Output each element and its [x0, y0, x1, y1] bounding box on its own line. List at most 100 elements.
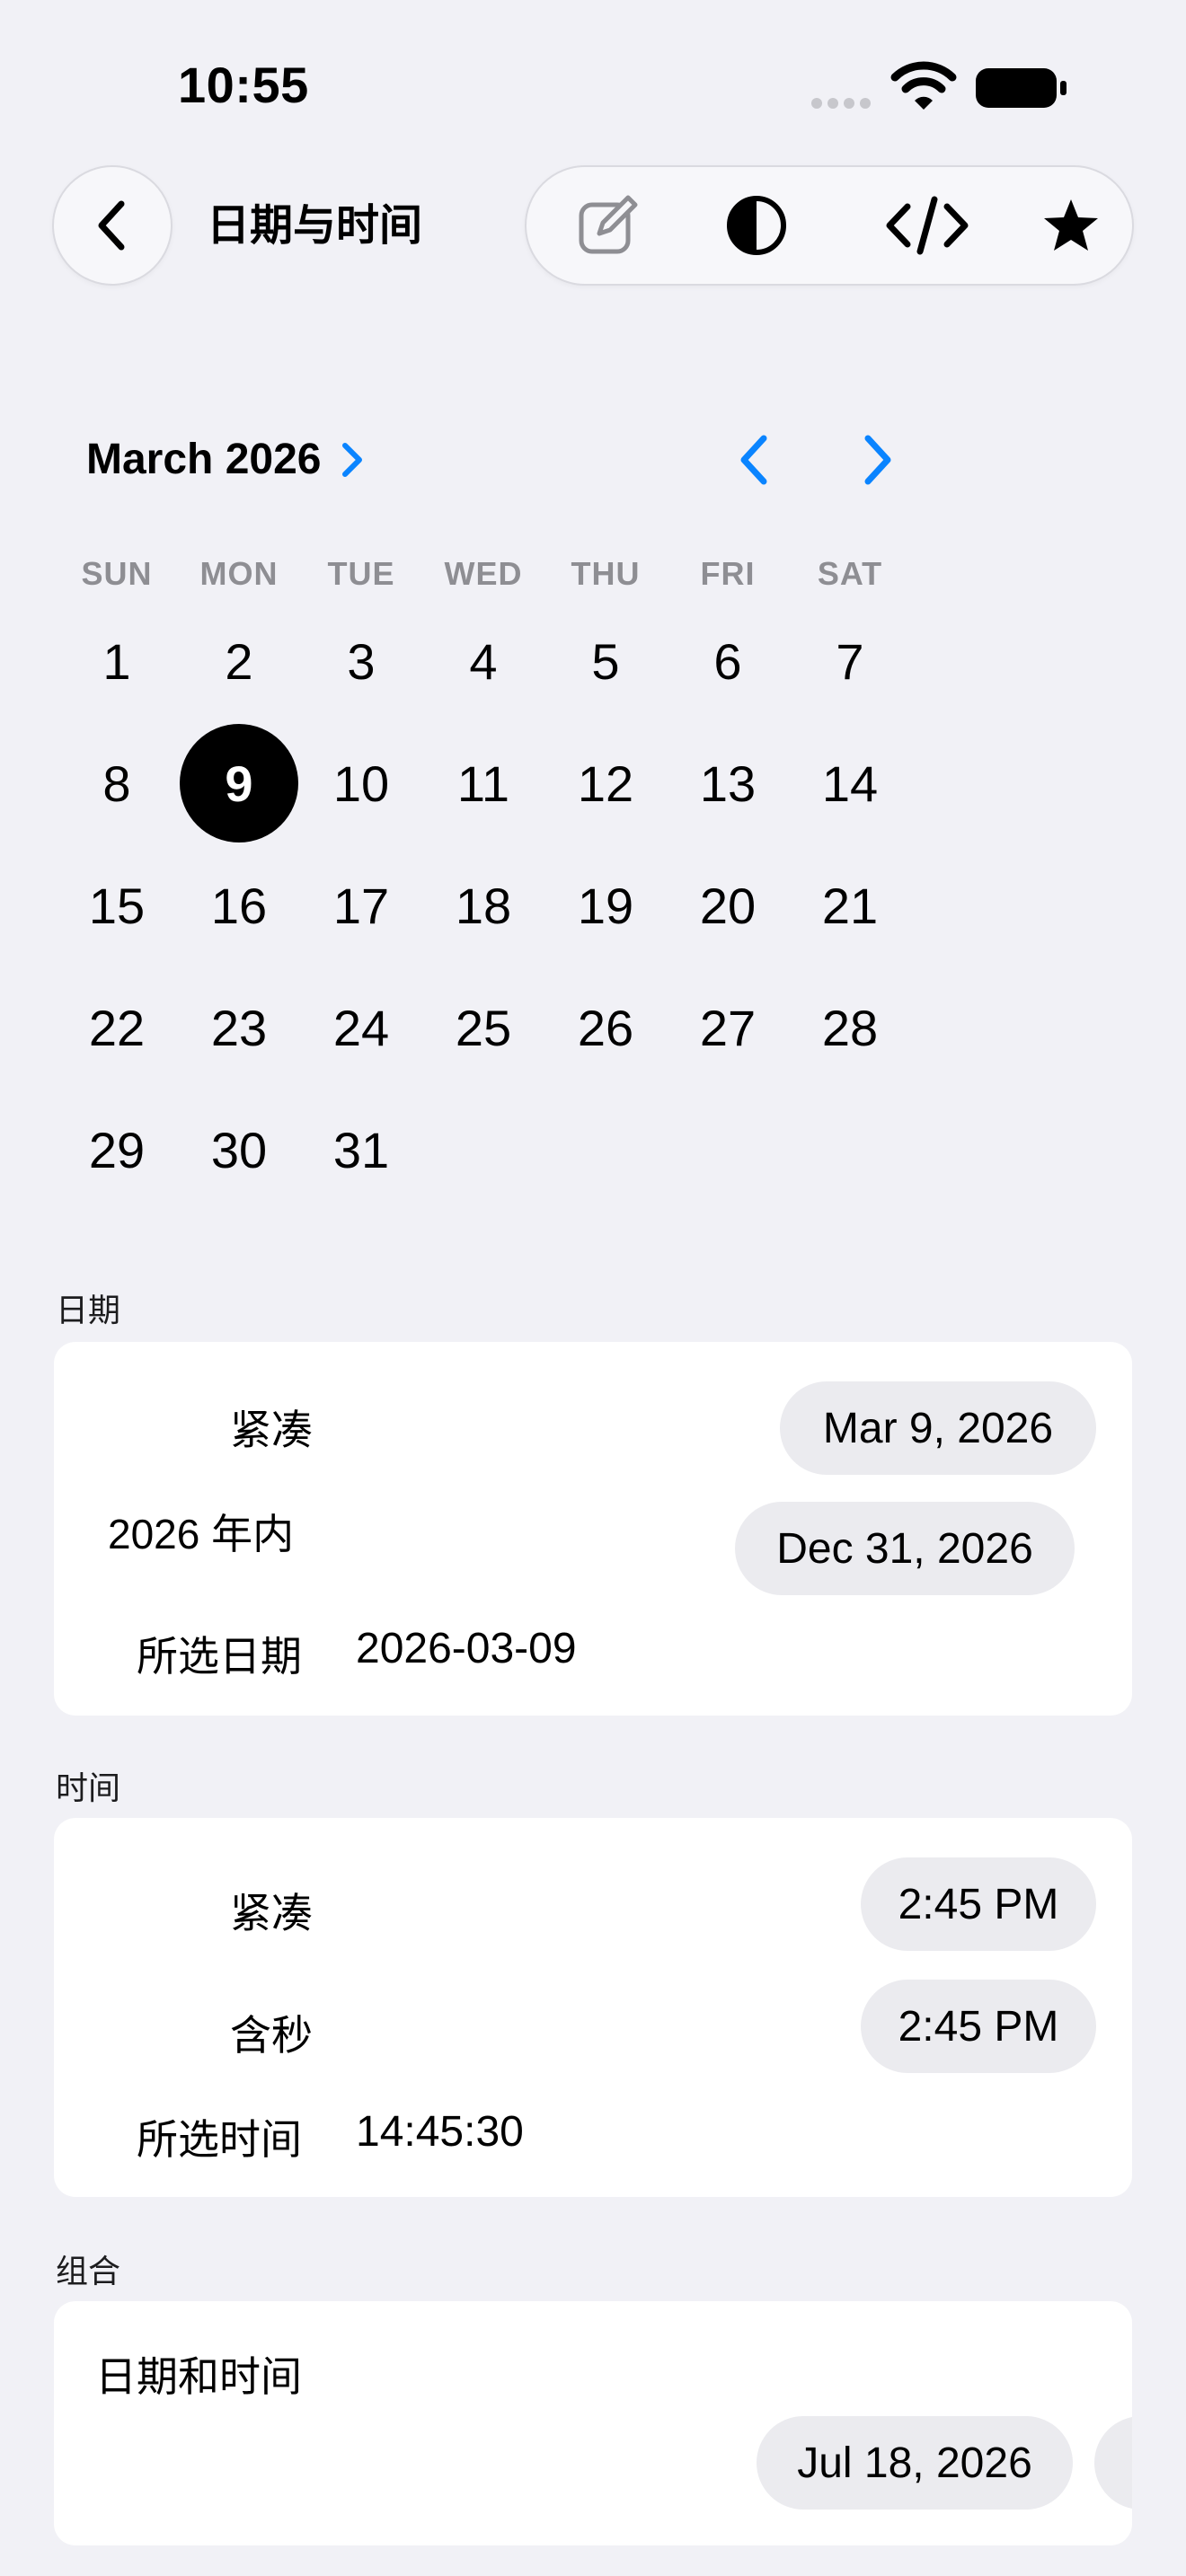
- chevron-right-icon: [864, 435, 891, 485]
- calendar-day-number: 23: [210, 999, 268, 1056]
- weekday-label: SUN: [81, 555, 153, 592]
- calendar-day[interactable]: 26: [544, 966, 667, 1089]
- calendar-day-number: 15: [88, 877, 146, 934]
- toolbar: [525, 165, 1134, 286]
- next-month-button[interactable]: [850, 431, 904, 489]
- favorite-button[interactable]: [1017, 167, 1125, 284]
- seconds-time-picker[interactable]: 2:45 PM: [861, 1980, 1096, 2073]
- calendar-day[interactable]: 8: [56, 722, 178, 844]
- calendar-day-number: 6: [713, 632, 742, 690]
- code-button[interactable]: [864, 167, 990, 284]
- combo-date-picker[interactable]: Jul 18, 2026: [757, 2416, 1073, 2510]
- previous-month-button[interactable]: [728, 431, 782, 489]
- year-date-picker[interactable]: Dec 31, 2026: [735, 1502, 1075, 1595]
- star-icon: [1044, 199, 1098, 251]
- calendar-day[interactable]: 23: [178, 966, 300, 1089]
- calendar-day-number: 26: [577, 999, 634, 1056]
- calendar-day[interactable]: 31: [300, 1089, 422, 1211]
- edit-icon: [579, 195, 638, 254]
- combo-time-picker[interactable]: [1094, 2416, 1132, 2510]
- calendar-day-number: 17: [332, 877, 390, 934]
- calendar-day-number: 2: [225, 632, 253, 690]
- calendar-day-number: 18: [455, 877, 512, 934]
- cellular-signal-icon: [811, 98, 871, 109]
- calendar-day[interactable]: 6: [667, 600, 789, 722]
- weekday-label: TUE: [327, 555, 395, 592]
- calendar-day[interactable]: 7: [789, 600, 911, 722]
- calendar-day-number: 25: [455, 999, 512, 1056]
- calendar-day-number: 7: [836, 632, 864, 690]
- calendar-day[interactable]: 3: [300, 600, 422, 722]
- calendar-day-number: 22: [88, 999, 146, 1056]
- back-button[interactable]: [52, 165, 173, 286]
- month-selector[interactable]: March 2026: [86, 431, 370, 489]
- calendar-day[interactable]: 19: [544, 844, 667, 966]
- calendar-day-number: 29: [88, 1121, 146, 1178]
- battery-icon: [976, 68, 1067, 108]
- seconds-time-label: 含秒: [230, 2012, 313, 2059]
- calendar-day-number: 11: [456, 754, 510, 812]
- calendar-day[interactable]: 5: [544, 600, 667, 722]
- calendar-day[interactable]: 27: [667, 966, 789, 1089]
- weekday-label: THU: [571, 555, 641, 592]
- calendar-day[interactable]: 25: [422, 966, 544, 1089]
- calendar-day[interactable]: 20: [667, 844, 789, 966]
- month-label: March 2026: [86, 436, 322, 483]
- page-title: 日期与时间: [207, 202, 423, 250]
- calendar-day[interactable]: 30: [178, 1089, 300, 1211]
- date-card: 紧凑 Mar 9, 2026 2026 年内 Dec 31, 2026 所选日期…: [54, 1342, 1132, 1716]
- chevron-right-icon: [341, 443, 362, 477]
- calendar-day-selected[interactable]: 9: [178, 722, 300, 844]
- time-card: 紧凑 2:45 PM 含秒 2:45 PM 所选时间 14:45:30: [54, 1818, 1132, 2197]
- calendar-day-number: 20: [699, 877, 757, 934]
- compact-date-picker[interactable]: Mar 9, 2026: [780, 1381, 1096, 1475]
- calendar-day-number: 27: [699, 999, 757, 1056]
- calendar-day-number: 8: [102, 754, 131, 812]
- calendar-day[interactable]: 10: [300, 722, 422, 844]
- wifi-icon: [890, 61, 957, 110]
- selected-date-label: 所选日期: [137, 1633, 302, 1680]
- edit-button[interactable]: [553, 167, 661, 284]
- calendar-day-number: 24: [332, 999, 390, 1056]
- status-time: 10:55: [178, 57, 309, 113]
- calendar-day[interactable]: 15: [56, 844, 178, 966]
- calendar-day-number: 1: [102, 632, 131, 690]
- calendar-day[interactable]: 16: [178, 844, 300, 966]
- calendar-day[interactable]: 22: [56, 966, 178, 1089]
- calendar-day-number: 4: [469, 632, 498, 690]
- compact-time-picker[interactable]: 2:45 PM: [861, 1857, 1096, 1951]
- calendar-day[interactable]: 21: [789, 844, 911, 966]
- time-section-header: 时间: [56, 1769, 121, 1806]
- calendar-day-number: 5: [591, 632, 620, 690]
- combo-label: 日期和时间: [95, 2353, 302, 2400]
- calendar-day[interactable]: 12: [544, 722, 667, 844]
- contrast-icon: [727, 196, 786, 255]
- combo-card: 日期和时间 Jul 18, 2026: [54, 2301, 1132, 2545]
- calendar-day[interactable]: 11: [422, 722, 544, 844]
- calendar-day-number: 12: [577, 754, 634, 812]
- calendar-day[interactable]: 2: [178, 600, 300, 722]
- year-date-label: 2026 年内: [108, 1511, 295, 1557]
- calendar-day[interactable]: 24: [300, 966, 422, 1089]
- date-section-header: 日期: [56, 1292, 121, 1328]
- weekday-label: WED: [444, 555, 523, 592]
- selected-time-label: 所选时间: [137, 2116, 302, 2163]
- calendar-day-number: 10: [332, 754, 390, 812]
- calendar-day[interactable]: 4: [422, 600, 544, 722]
- calendar-day[interactable]: 28: [789, 966, 911, 1089]
- calendar-day[interactable]: 17: [300, 844, 422, 966]
- calendar-day[interactable]: 29: [56, 1089, 178, 1211]
- calendar-day-number: 16: [210, 877, 268, 934]
- calendar-day-number: 14: [821, 754, 879, 812]
- compact-date-label: 紧凑: [230, 1407, 313, 1453]
- code-icon: [886, 196, 969, 255]
- calendar-day[interactable]: 1: [56, 600, 178, 722]
- status-icons: [809, 61, 1078, 115]
- appearance-button[interactable]: [703, 167, 810, 284]
- calendar-day-number: 21: [821, 877, 879, 934]
- calendar-day[interactable]: 18: [422, 844, 544, 966]
- selected-date-value: 2026-03-09: [356, 1625, 577, 1672]
- calendar-day[interactable]: 13: [667, 722, 789, 844]
- calendar-day[interactable]: 14: [789, 722, 911, 844]
- weekday-label: FRI: [700, 555, 756, 592]
